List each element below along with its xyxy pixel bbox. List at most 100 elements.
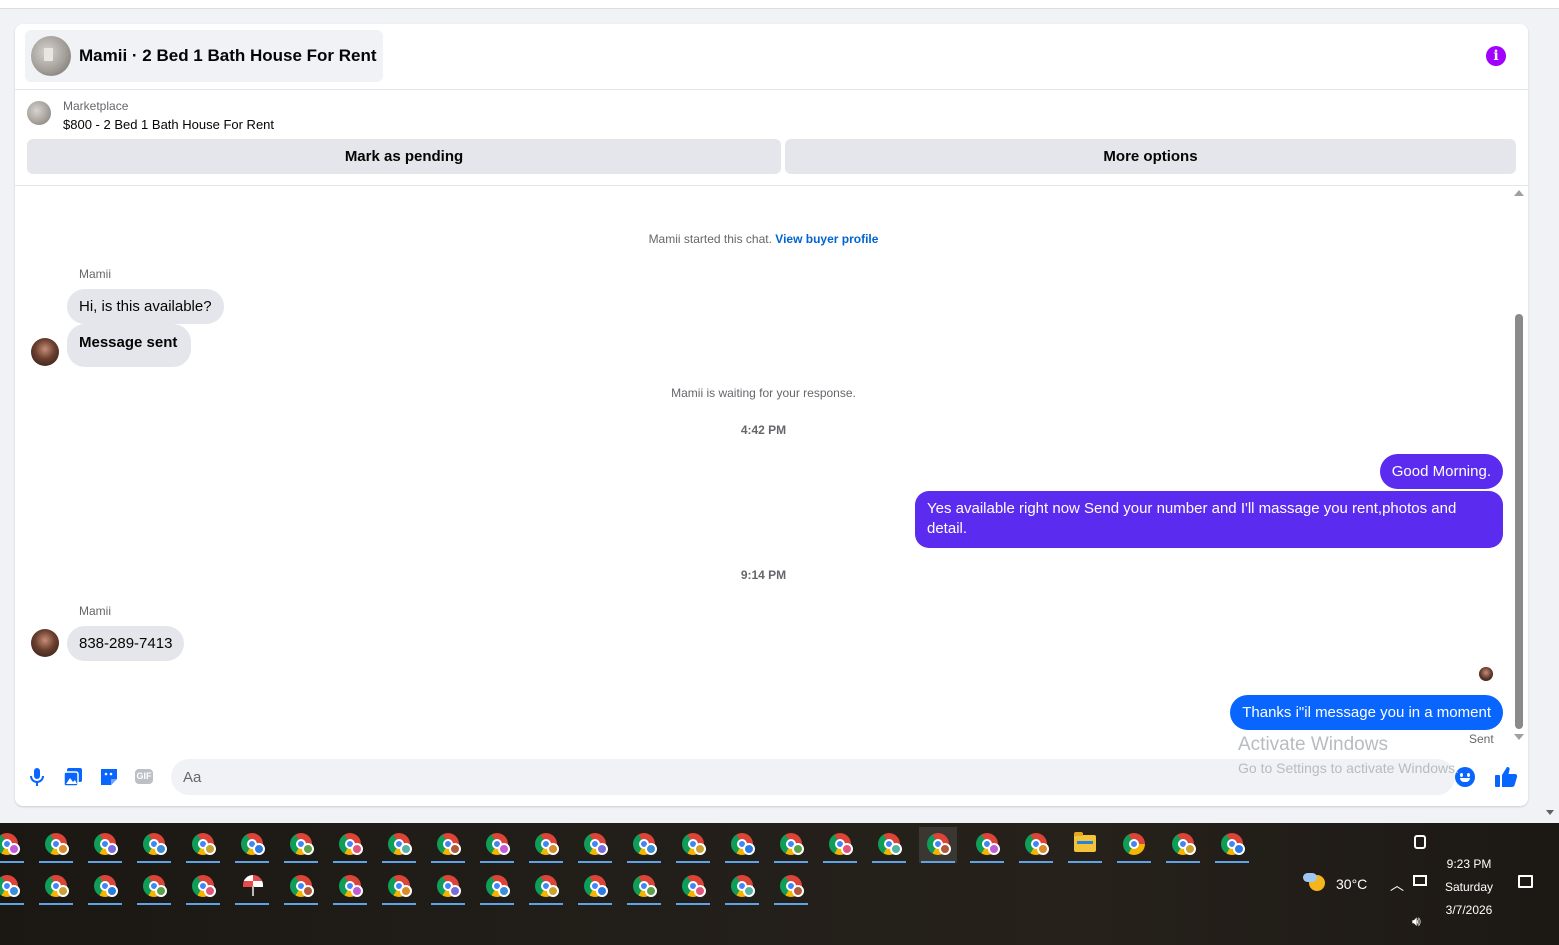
chrome-profile-icon[interactable] — [331, 869, 369, 905]
sticker-icon[interactable] — [98, 766, 120, 788]
weather-icon[interactable] — [1303, 871, 1327, 895]
chrome-profile-icon[interactable] — [576, 869, 614, 905]
listing-price-title[interactable]: $800 - 2 Bed 1 Bath House For Rent — [63, 117, 274, 132]
chat-header: Mamii · 2 Bed 1 Bath House For Rent i — [15, 24, 1528, 90]
umbrella-app-icon[interactable] — [233, 869, 271, 905]
chrome-profile-icon[interactable] — [478, 827, 516, 863]
chrome-profile-icon[interactable] — [0, 869, 26, 905]
windows-taskbar: 30°C ︿ 🔊︎ 9:23 PM Saturday 3/7/2026 — [0, 823, 1559, 945]
chrome-profile-icon[interactable] — [723, 869, 761, 905]
gif-icon[interactable]: GIF — [134, 766, 156, 788]
chrome-profile-icon[interactable] — [86, 869, 124, 905]
incoming-message[interactable]: Message sent — [67, 324, 192, 367]
chevron-up-icon[interactable]: ︿ — [1390, 875, 1404, 895]
speaker-icon[interactable]: 🔊︎ — [1412, 913, 1421, 930]
chrome-profile-icon[interactable] — [380, 827, 418, 863]
page-scroll-down-arrow[interactable] — [1546, 810, 1554, 815]
chat-window: Mamii · 2 Bed 1 Bath House For Rent i Ma… — [15, 24, 1528, 806]
message-input[interactable] — [171, 759, 1455, 795]
info-icon[interactable]: i — [1486, 46, 1506, 66]
incoming-message[interactable]: Hi, is this available? — [67, 289, 224, 324]
chrome-profile-icon[interactable] — [282, 869, 320, 905]
chrome-profile-icon[interactable] — [0, 827, 26, 863]
chrome-profile-icon[interactable] — [919, 827, 957, 863]
thumbs-up-icon[interactable] — [1493, 765, 1519, 789]
notification-center-icon[interactable] — [1518, 875, 1533, 888]
chrome-profile-icon[interactable] — [86, 827, 124, 863]
chrome-profile-icon[interactable] — [37, 869, 75, 905]
clock-date: 3/7/2026 — [1445, 903, 1493, 917]
chrome-profile-icon[interactable] — [1017, 827, 1055, 863]
outgoing-message[interactable]: Thanks i"il message you in a moment — [1230, 695, 1503, 730]
emoji-icon[interactable] — [1455, 767, 1475, 787]
cloud-icon — [1303, 873, 1317, 882]
network-icon[interactable] — [1413, 875, 1427, 886]
chrome-profile-icon[interactable] — [233, 827, 271, 863]
scroll-down-arrow[interactable] — [1514, 734, 1524, 740]
chrome-profile-icon[interactable] — [429, 869, 467, 905]
listing-small-thumbnail[interactable] — [27, 101, 51, 125]
chrome-profile-icon[interactable] — [674, 869, 712, 905]
file-explorer-icon[interactable] — [1066, 827, 1104, 863]
incoming-message[interactable]: 838-289-7413 — [67, 626, 185, 661]
message-thread[interactable]: Mamii started this chat. View buyer prof… — [15, 186, 1528, 751]
chrome-profile-icon[interactable] — [625, 869, 663, 905]
chrome-profile-icon[interactable] — [772, 827, 810, 863]
outgoing-message[interactable]: Yes available right now Send your number… — [915, 491, 1503, 548]
message-composer: GIF — [15, 752, 1528, 806]
waiting-notice: Mamii is waiting for your response. — [671, 386, 856, 400]
chrome-profile-icon[interactable] — [429, 827, 467, 863]
chrome-profile-icon[interactable] — [527, 869, 565, 905]
chrome-profile-icon[interactable] — [527, 827, 565, 863]
chat-title-button[interactable]: Mamii · 2 Bed 1 Bath House For Rent — [25, 30, 383, 82]
chat-start-notice: Mamii started this chat. View buyer prof… — [15, 232, 1512, 246]
buyer-avatar[interactable] — [31, 338, 59, 366]
chrome-profile-icon[interactable] — [380, 869, 418, 905]
scrollbar-thumb[interactable] — [1515, 314, 1523, 729]
weather-temperature[interactable]: 30°C — [1336, 876, 1367, 892]
gif-label: GIF — [135, 769, 153, 784]
chrome-profile-icon[interactable] — [37, 827, 75, 863]
listing-panel: Marketplace $800 - 2 Bed 1 Bath House Fo… — [15, 90, 1528, 186]
chrome-profile-icon[interactable] — [821, 827, 859, 863]
chrome-profile-icon[interactable] — [870, 827, 908, 863]
chrome-profile-icon[interactable] — [576, 827, 614, 863]
clock-time: 9:23 PM — [1446, 857, 1492, 871]
chrome-profile-icon[interactable] — [184, 869, 222, 905]
timestamp: 4:42 PM — [740, 423, 787, 437]
listing-source: Marketplace — [63, 99, 129, 113]
sender-name: Mamii — [79, 267, 111, 281]
chrome-profile-icon[interactable] — [135, 869, 173, 905]
browser-top-edge — [0, 0, 1559, 9]
outgoing-message[interactable]: Good Morning. — [1379, 454, 1503, 489]
chrome-profile-icon[interactable] — [184, 827, 222, 863]
sender-name: Mamii — [79, 604, 111, 618]
chrome-profile-icon[interactable] — [772, 869, 810, 905]
scroll-up-arrow[interactable] — [1514, 190, 1524, 196]
taskbar-clock[interactable]: 9:23 PM Saturday 3/7/2026 — [1430, 853, 1508, 922]
photo-icon[interactable] — [62, 766, 84, 788]
timestamp: 9:14 PM — [740, 568, 787, 582]
chrome-profile-icon[interactable] — [1164, 827, 1202, 863]
chrome-profile-icon[interactable] — [135, 827, 173, 863]
view-buyer-profile-link[interactable]: View buyer profile — [775, 232, 878, 246]
chrome-profile-icon[interactable] — [674, 827, 712, 863]
listing-thumbnail — [31, 36, 71, 76]
chrome-profile-icon[interactable] — [723, 827, 761, 863]
clock-day: Saturday — [1444, 880, 1494, 894]
chrome-profile-icon[interactable] — [1115, 827, 1153, 863]
buyer-avatar[interactable] — [31, 629, 59, 657]
sent-status: Sent — [1469, 732, 1494, 746]
chrome-profile-icon[interactable] — [331, 827, 369, 863]
mark-as-pending-button[interactable]: Mark as pending — [27, 139, 781, 174]
more-options-button[interactable]: More options — [785, 139, 1516, 174]
chrome-profile-icon[interactable] — [1213, 827, 1251, 863]
chat-start-text: Mamii started this chat. — [648, 232, 772, 246]
chrome-profile-icon[interactable] — [625, 827, 663, 863]
chrome-profile-icon[interactable] — [282, 827, 320, 863]
chrome-profile-icon[interactable] — [968, 827, 1006, 863]
meet-now-icon[interactable] — [1414, 835, 1426, 849]
chrome-profile-icon[interactable] — [478, 869, 516, 905]
microphone-icon[interactable] — [26, 766, 48, 788]
read-receipt-avatar — [1479, 667, 1493, 681]
